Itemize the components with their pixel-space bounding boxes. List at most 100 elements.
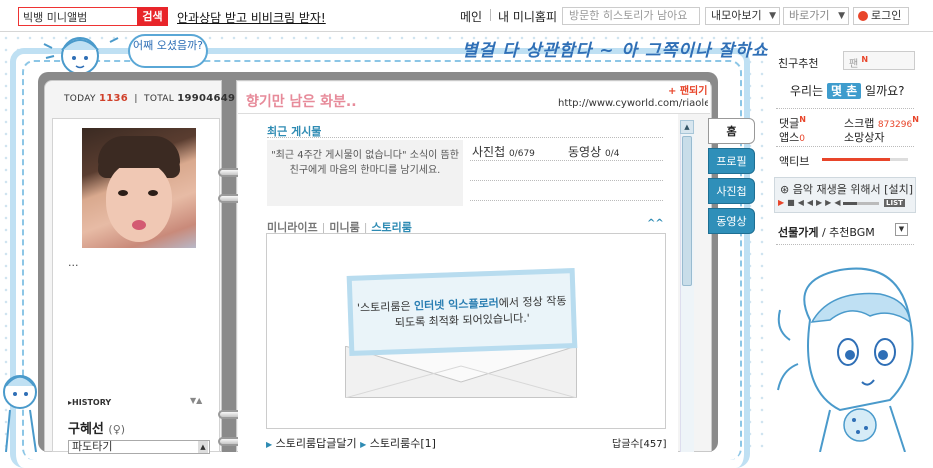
photo-album-count: 0/679 — [508, 149, 535, 159]
gift-shop-sub: / 추천BGM — [821, 226, 875, 239]
player-info-icon: ⊛ — [780, 183, 790, 196]
photo-album-stat[interactable]: 사진첩 0/679 — [472, 143, 535, 160]
divider — [776, 244, 914, 245]
gender-icon: (♀) — [108, 423, 126, 436]
chon-badge: 몇 촌 — [826, 83, 862, 99]
apps-label: 앱스 — [779, 131, 800, 144]
shortcut-label: 바로가기 — [789, 9, 830, 22]
today-label: TODAY — [64, 94, 96, 104]
nav-my-minihome-link[interactable]: 내 미니홈피 — [498, 8, 557, 25]
cartoon-girl-icon — [777, 267, 914, 452]
visitor-counter: TODAY 1136 | TOTAL 19904649 — [64, 93, 236, 104]
arrow-right-icon: ▶ — [266, 440, 273, 449]
storyroom-notice-card: '스토리룸은 인터넷 익스플로러에서 정상 작동되도록 최적화 되어있습니다.' — [346, 268, 578, 356]
divider — [470, 160, 663, 161]
visited-history-box[interactable]: 방문한 히스토리가 남아요 — [562, 7, 700, 25]
player-controls[interactable]: ▶■◀◀▶▶◀ — [778, 198, 844, 207]
owner-name-text: 구혜선 — [68, 422, 104, 437]
divider — [470, 200, 663, 201]
volume-fill — [843, 202, 857, 205]
collapse-icon[interactable]: ^^ — [647, 218, 664, 229]
chevron-down-icon: ▼ — [769, 11, 776, 21]
cartoon-boy-icon — [3, 375, 37, 452]
app-wish-box-link[interactable]: 소망상자 — [844, 129, 884, 145]
divider — [776, 146, 914, 147]
promo-link[interactable]: 안과상담 받고 비비크림 받자! — [177, 9, 326, 26]
become-fan-link[interactable]: + 팬되기 — [668, 82, 707, 97]
chon-question[interactable]: 우리는 몇 촌 일까요? — [790, 82, 905, 99]
playlist-button[interactable]: LIST — [884, 199, 905, 207]
storyroom-count-link[interactable]: 스토리룸수[1] — [370, 437, 436, 450]
photo-eye — [118, 190, 128, 196]
player-message[interactable]: ⊛ 음악 재생을 위해서 [설치] — [780, 181, 913, 197]
gift-shop-label: 선물가게 — [778, 226, 819, 239]
new-icon: N — [799, 115, 806, 124]
arrow-right-icon: ▶ — [360, 440, 367, 449]
history-toggle-icon[interactable]: ▼▲ — [190, 396, 202, 405]
owner-name: 구혜선 (♀) — [68, 418, 125, 437]
chevron-down-icon: ▲ — [198, 441, 208, 453]
skin-banner-text: 별걸 다 상관함다 ~ 아 그쪽이나 잘하쇼 !! — [462, 41, 793, 61]
notice-pre: '스토리룸은 — [356, 299, 415, 315]
apps-count: 0 — [799, 134, 805, 144]
chevron-down-icon: ▼ — [838, 11, 845, 21]
new-icon: N — [861, 55, 869, 64]
history-label: HISTORY — [72, 398, 112, 407]
chevron-down-icon[interactable]: ▼ — [895, 223, 908, 236]
side-tab-videos[interactable]: 동영상 — [708, 208, 755, 234]
login-label: 로그인 — [871, 9, 902, 22]
search-button[interactable]: 검색 — [137, 7, 168, 26]
search-input[interactable] — [18, 7, 138, 26]
new-icon: N — [912, 115, 919, 124]
scroll-thumb[interactable] — [682, 136, 692, 286]
active-gauge — [822, 158, 890, 161]
side-tab-profile[interactable]: 프로필 — [708, 148, 755, 174]
photo-bangs — [98, 136, 180, 168]
collect-view-label: 내모아보기 — [711, 9, 762, 22]
stop-icon[interactable]: ■ — [787, 198, 798, 207]
active-gauge-rest — [890, 158, 908, 161]
wave-select-label: 파도타기 — [72, 440, 113, 453]
photo-eye — [148, 190, 158, 196]
video-count: 0/4 — [604, 149, 620, 159]
player-install-text: 음악 재생을 위해서 [설치] — [792, 183, 913, 196]
video-label: 동영상 — [568, 145, 602, 159]
divider — [470, 180, 663, 181]
login-button[interactable]: 로그인 — [853, 7, 909, 25]
homepage-url[interactable]: http://www.cyworld.com/riaolet — [558, 98, 708, 109]
notice-browser: 인터넷 익스플로러 — [413, 296, 500, 313]
storyroom-reply-link[interactable]: 스토리룸답글달기 — [276, 437, 357, 450]
play-icon[interactable]: ▶ — [778, 198, 787, 207]
apps-link[interactable]: 앱스0 — [779, 129, 805, 145]
shortcut-dropdown[interactable]: 바로가기 ▼ — [783, 7, 849, 25]
friend-recommend-field[interactable]: 팬 N — [843, 51, 915, 70]
side-tab-photos[interactable]: 사진첩 — [708, 178, 755, 204]
photo-album-label: 사진첩 — [472, 145, 506, 159]
total-label: TOTAL — [144, 94, 175, 104]
divider — [267, 137, 663, 138]
photo-face — [106, 162, 172, 242]
speech-bubble: 어째 오셨음까? — [128, 34, 208, 68]
history-link[interactable]: ▸HISTORY — [68, 398, 111, 407]
side-tab-home[interactable]: 홈 — [708, 118, 755, 144]
friend-recommend-label[interactable]: 친구추천 — [778, 55, 818, 71]
divider — [776, 108, 914, 109]
friend-recommend-value: 팬 — [849, 59, 859, 70]
profile-photo[interactable] — [82, 128, 196, 248]
nav-separator — [490, 9, 491, 21]
today-count: 1136 — [98, 93, 129, 104]
collect-view-dropdown[interactable]: 내모아보기 ▼ — [705, 7, 780, 25]
chon-question-pre: 우리는 — [790, 84, 824, 98]
prev-icon[interactable]: ◀◀ — [798, 198, 816, 207]
next-icon[interactable]: ▶▶ — [816, 198, 834, 207]
login-icon — [858, 11, 868, 21]
chon-question-post: 일까요? — [865, 84, 905, 98]
video-stat[interactable]: 동영상 0/4 — [568, 143, 619, 160]
top-bar: 검색 안과상담 받고 비비크림 받자! 메인 내 미니홈피 방문한 히스토리가 … — [0, 0, 933, 32]
storyroom-footer: ▶ 스토리룸답글달기 ▶ 스토리룸수[1] — [266, 435, 436, 451]
total-count: 19904649 — [177, 93, 236, 104]
gift-shop-link[interactable]: 선물가게 / 추천BGM — [778, 224, 875, 240]
nav-main-link[interactable]: 메인 — [460, 8, 482, 25]
photo-lips — [132, 220, 146, 230]
scroll-up-button[interactable]: ▲ — [680, 120, 694, 134]
